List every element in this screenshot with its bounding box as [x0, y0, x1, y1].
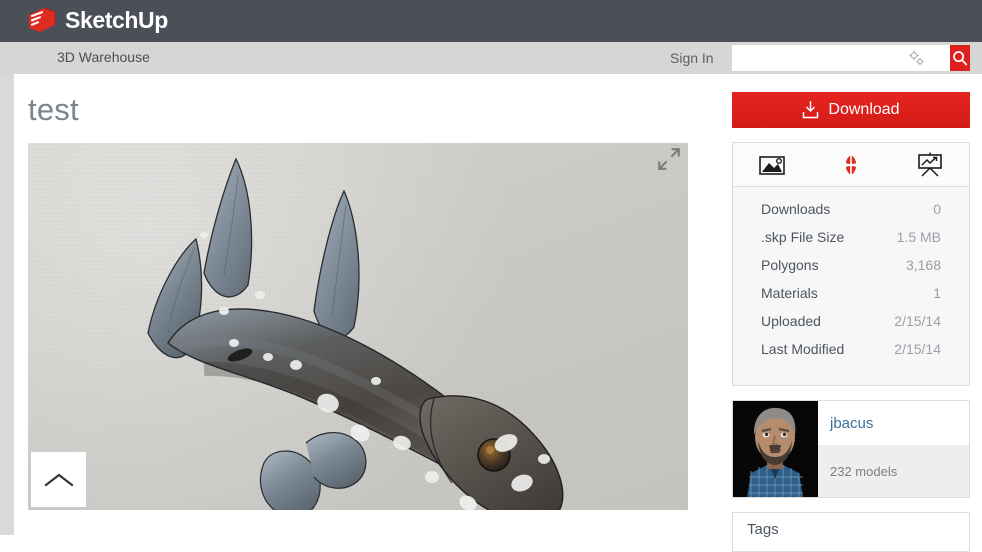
- page-title: test: [28, 92, 79, 127]
- model-viewport[interactable]: [28, 143, 688, 510]
- presentation-chart-icon: [917, 152, 942, 177]
- coelacanth-model: [147, 157, 564, 510]
- stat-value: 1: [933, 285, 941, 301]
- stat-row: Last Modified 2/15/14: [733, 341, 969, 369]
- right-rail: Download Downloads 0 .skp File Size 1.5 …: [732, 92, 970, 552]
- sign-in-link[interactable]: Sign In: [670, 50, 714, 66]
- avatar: [733, 401, 818, 497]
- search-submit-button[interactable]: [950, 45, 970, 71]
- search-bar: [732, 45, 970, 71]
- tags-card: Tags: [732, 512, 970, 552]
- stat-label: .skp File Size: [761, 229, 845, 245]
- brand-bar: SketchUp: [0, 0, 982, 42]
- stats-tab[interactable]: [890, 143, 969, 186]
- brand-name: SketchUp: [65, 7, 168, 33]
- nav-3d-warehouse-link[interactable]: 3D Warehouse: [57, 49, 150, 65]
- sketchup-logo-icon: [29, 7, 56, 32]
- stat-label: Polygons: [761, 257, 819, 273]
- 3d-view-tab[interactable]: [812, 143, 891, 186]
- stat-label: Downloads: [761, 201, 831, 217]
- user-photo-avatar: [733, 401, 818, 497]
- download-button-label: Download: [828, 101, 900, 118]
- stat-value: 2/15/14: [894, 313, 941, 329]
- expand-arrows-icon: [658, 148, 680, 170]
- stat-value: 3,168: [905, 257, 941, 273]
- stat-label: Last Modified: [761, 341, 845, 357]
- model-stats-card: Downloads 0 .skp File Size 1.5 MB Polygo…: [732, 142, 970, 386]
- search-input[interactable]: [732, 45, 950, 71]
- stat-row: Polygons 3,168: [733, 257, 969, 285]
- page-edge-strip: [0, 42, 14, 535]
- author-models-count: 232 models: [818, 445, 969, 497]
- expand-viewer-button[interactable]: [658, 148, 680, 170]
- download-tray-icon: [803, 101, 819, 119]
- stat-row: Downloads 0: [733, 201, 969, 229]
- stat-label: Materials: [761, 285, 818, 301]
- orbit-3d-icon: [841, 154, 861, 175]
- sketchup-logo[interactable]: SketchUp: [27, 6, 168, 34]
- download-button[interactable]: Download: [732, 92, 970, 128]
- stat-value: 0: [933, 201, 941, 217]
- stat-value: 2/15/14: [894, 341, 941, 357]
- viewer-mode-tabs: [733, 143, 969, 187]
- author-info: jbacus 232 models: [818, 401, 969, 497]
- tags-title: Tags: [747, 521, 779, 538]
- chevron-up-icon: [44, 473, 73, 486]
- author-card[interactable]: jbacus 232 models: [732, 400, 970, 498]
- stat-row: Materials 1: [733, 285, 969, 313]
- author-name-link[interactable]: jbacus: [818, 401, 969, 445]
- stats-list: Downloads 0 .skp File Size 1.5 MB Polygo…: [733, 187, 969, 385]
- stat-value: 1.5 MB: [896, 229, 941, 245]
- collapse-panel-button[interactable]: [31, 452, 86, 507]
- stat-label: Uploaded: [761, 313, 821, 329]
- search-icon: [953, 51, 968, 66]
- images-tab[interactable]: [733, 143, 812, 186]
- stat-row: Uploaded 2/15/14: [733, 313, 969, 341]
- image-icon: [759, 156, 786, 175]
- stat-row: .skp File Size 1.5 MB: [733, 229, 969, 257]
